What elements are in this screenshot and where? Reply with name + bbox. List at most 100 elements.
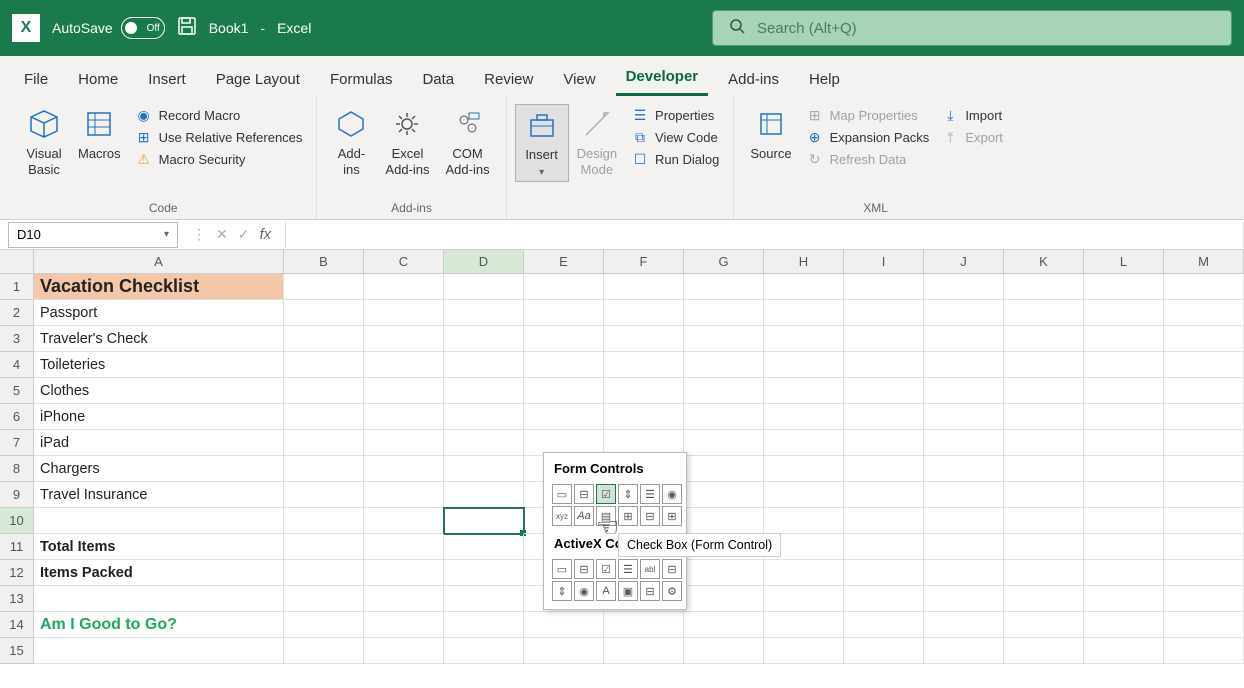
cell-J2[interactable] — [924, 300, 1004, 326]
cell-M11[interactable] — [1164, 534, 1244, 560]
cell-D6[interactable] — [444, 404, 524, 430]
import-button[interactable]: ⤓Import — [941, 106, 1003, 124]
scrollbar-control-icon[interactable]: ▤ — [596, 506, 616, 526]
relative-references-button[interactable]: ⊞Use Relative References — [135, 128, 303, 146]
checkbox-control-icon[interactable]: ☑ — [596, 484, 616, 504]
cell-E14[interactable] — [524, 612, 604, 638]
addins-button[interactable]: Add- ins — [325, 104, 377, 179]
cell-H2[interactable] — [764, 300, 844, 326]
source-button[interactable]: Source — [742, 104, 799, 164]
cell-I8[interactable] — [844, 456, 924, 482]
design-mode-button[interactable]: Design Mode — [569, 104, 625, 179]
cell-H1[interactable] — [764, 274, 844, 300]
cell-B2[interactable] — [284, 300, 364, 326]
cell-J15[interactable] — [924, 638, 1004, 664]
column-header-K[interactable]: K — [1004, 250, 1084, 274]
cell-G13[interactable] — [684, 586, 764, 612]
cell-G6[interactable] — [684, 404, 764, 430]
cell-H12[interactable] — [764, 560, 844, 586]
excel-addins-button[interactable]: Excel Add-ins — [377, 104, 437, 179]
cell-J8[interactable] — [924, 456, 1004, 482]
cell-L4[interactable] — [1084, 352, 1164, 378]
cell-K8[interactable] — [1004, 456, 1084, 482]
cell-D9[interactable] — [444, 482, 524, 508]
cell-I10[interactable] — [844, 508, 924, 534]
cell-L11[interactable] — [1084, 534, 1164, 560]
row-header-12[interactable]: 12 — [0, 560, 34, 586]
textfield-control-icon[interactable]: ⊞ — [618, 506, 638, 526]
cell-K15[interactable] — [1004, 638, 1084, 664]
cell-M15[interactable] — [1164, 638, 1244, 664]
cell-B8[interactable] — [284, 456, 364, 482]
cell-I13[interactable] — [844, 586, 924, 612]
cell-L15[interactable] — [1084, 638, 1164, 664]
cell-H15[interactable] — [764, 638, 844, 664]
combobox2-control-icon[interactable]: ⊟ — [640, 506, 660, 526]
cell-A12[interactable]: Items Packed — [34, 560, 284, 586]
cell-G10[interactable] — [684, 508, 764, 534]
cell-I1[interactable] — [844, 274, 924, 300]
column-header-A[interactable]: A — [34, 250, 284, 274]
cell-J14[interactable] — [924, 612, 1004, 638]
cell-L3[interactable] — [1084, 326, 1164, 352]
cell-M10[interactable] — [1164, 508, 1244, 534]
cell-F5[interactable] — [604, 378, 684, 404]
button-control-icon[interactable]: ▭ — [552, 484, 572, 504]
view-code-button[interactable]: ⧉View Code — [631, 128, 719, 146]
cell-C8[interactable] — [364, 456, 444, 482]
export-button[interactable]: ⤒Export — [941, 128, 1003, 146]
cell-B10[interactable] — [284, 508, 364, 534]
listbox-control-icon[interactable]: ☰ — [640, 484, 660, 504]
cell-J3[interactable] — [924, 326, 1004, 352]
row-header-6[interactable]: 6 — [0, 404, 34, 430]
cell-F4[interactable] — [604, 352, 684, 378]
cell-C9[interactable] — [364, 482, 444, 508]
cell-B13[interactable] — [284, 586, 364, 612]
cell-A13[interactable] — [34, 586, 284, 612]
cell-B9[interactable] — [284, 482, 364, 508]
cell-L1[interactable] — [1084, 274, 1164, 300]
autosave-toggle[interactable]: AutoSave Off — [52, 17, 165, 39]
cell-J13[interactable] — [924, 586, 1004, 612]
cell-G4[interactable] — [684, 352, 764, 378]
tab-add-ins[interactable]: Add-ins — [718, 63, 789, 96]
cell-L14[interactable] — [1084, 612, 1164, 638]
cell-A9[interactable]: Travel Insurance — [34, 482, 284, 508]
cell-D12[interactable] — [444, 560, 524, 586]
select-all-corner[interactable] — [0, 250, 34, 274]
cell-H10[interactable] — [764, 508, 844, 534]
ax-toggle-icon[interactable]: ⊟ — [640, 581, 660, 601]
expansion-packs-button[interactable]: ⊕Expansion Packs — [806, 128, 930, 146]
tab-home[interactable]: Home — [68, 63, 128, 96]
cell-H3[interactable] — [764, 326, 844, 352]
row-header-8[interactable]: 8 — [0, 456, 34, 482]
tab-page-layout[interactable]: Page Layout — [206, 63, 310, 96]
cell-M5[interactable] — [1164, 378, 1244, 404]
search-input[interactable]: Search (Alt+Q) — [712, 10, 1232, 46]
cell-H8[interactable] — [764, 456, 844, 482]
row-header-4[interactable]: 4 — [0, 352, 34, 378]
cell-D4[interactable] — [444, 352, 524, 378]
spinner-control-icon[interactable]: ⇕ — [618, 484, 638, 504]
cell-L6[interactable] — [1084, 404, 1164, 430]
map-properties-button[interactable]: ⊞Map Properties — [806, 106, 930, 124]
row-header-10[interactable]: 10 — [0, 508, 34, 534]
cell-F1[interactable] — [604, 274, 684, 300]
cell-A14[interactable]: Am I Good to Go? — [34, 612, 284, 638]
cancel-icon[interactable]: ✕ — [216, 226, 228, 243]
visual-basic-button[interactable]: Visual Basic — [18, 104, 70, 179]
macros-button[interactable]: Macros — [70, 104, 129, 164]
ax-listbox-icon[interactable]: ☰ — [618, 559, 638, 579]
cell-L5[interactable] — [1084, 378, 1164, 404]
cell-G1[interactable] — [684, 274, 764, 300]
cell-L13[interactable] — [1084, 586, 1164, 612]
cell-A2[interactable]: Passport — [34, 300, 284, 326]
cell-I5[interactable] — [844, 378, 924, 404]
column-header-J[interactable]: J — [924, 250, 1004, 274]
cell-H14[interactable] — [764, 612, 844, 638]
cell-I2[interactable] — [844, 300, 924, 326]
insert-controls-dropdown[interactable]: Form Controls ▭ ⊟ ☑ ⇕ ☰ ◉ xyz Aa ▤ ⊞ ⊟ ⊞… — [543, 452, 687, 610]
tab-review[interactable]: Review — [474, 63, 543, 96]
cell-E1[interactable] — [524, 274, 604, 300]
fx-icon[interactable]: fx — [259, 226, 271, 243]
